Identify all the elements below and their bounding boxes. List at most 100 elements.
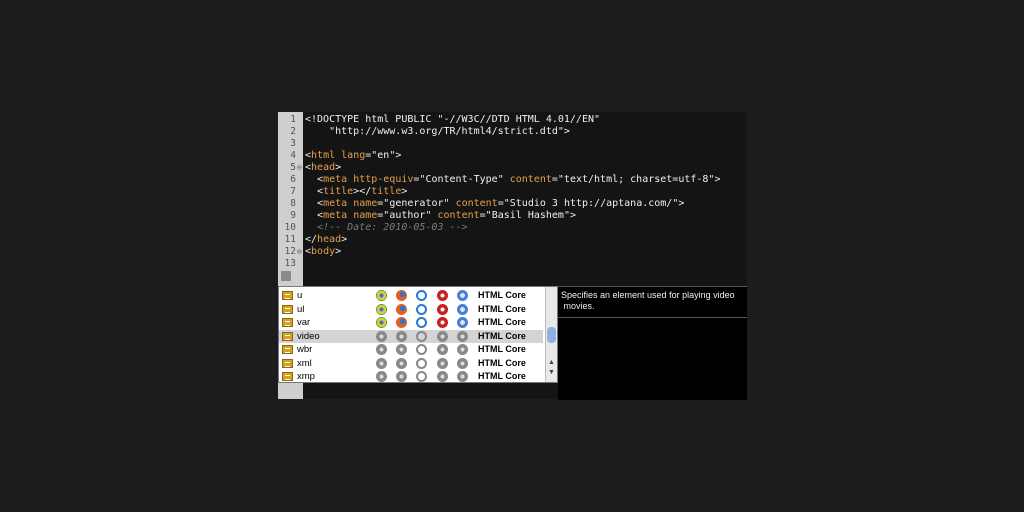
code-token: > — [341, 234, 348, 245]
safari-icon — [457, 330, 468, 342]
element-tag-icon — [282, 291, 293, 300]
line-number: 7 — [290, 186, 296, 197]
code-token: html — [311, 150, 336, 161]
chrome-icon — [376, 290, 387, 301]
code-token: ="en"> — [365, 150, 402, 161]
firefox-icon — [396, 290, 407, 301]
line-number: 8 — [290, 198, 296, 209]
ie-icon — [416, 290, 427, 301]
code-token: meta — [323, 174, 348, 185]
autocomplete-item-source: HTML Core — [478, 357, 526, 368]
autocomplete-item[interactable]: video HTML Core — [279, 329, 543, 343]
code-line[interactable]: <head> — [305, 162, 341, 174]
fold-toggle-icon[interactable]: ⊖ — [297, 246, 302, 258]
opera-icon — [437, 317, 448, 328]
code-token: meta — [323, 210, 348, 221]
line-number: 11 — [284, 234, 296, 245]
current-line-marker — [281, 271, 291, 281]
code-token: name — [353, 210, 378, 221]
safari-icon — [457, 371, 468, 382]
code-line[interactable]: <meta name="author" content="Basil Hashe… — [305, 210, 576, 222]
fold-toggle-icon[interactable]: ⊖ — [297, 162, 302, 174]
line-number: 12 — [284, 246, 296, 257]
autocomplete-item-name: video — [297, 330, 320, 342]
autocomplete-item-name: xml — [297, 357, 312, 369]
code-token: ="generator" — [377, 198, 456, 209]
code-token: head — [317, 234, 342, 245]
autocomplete-item[interactable]: wbr HTML Core — [279, 343, 543, 357]
autocomplete-item[interactable]: u HTML Core — [279, 289, 543, 303]
ie-icon — [416, 371, 427, 382]
code-token: ></ — [353, 186, 372, 197]
code-token: ="Content-Type" — [413, 174, 510, 185]
scroll-up-arrow-icon[interactable]: ▲ — [548, 359, 555, 366]
code-line[interactable]: "http://www.w3.org/TR/html4/strict.dtd"> — [305, 126, 570, 138]
code-line[interactable]: <html lang="en"> — [305, 150, 401, 162]
autocomplete-item[interactable]: xml HTML Core — [279, 357, 543, 371]
documentation-panel: Specifies an element used for playing vi… — [558, 286, 747, 400]
element-tag-icon — [282, 304, 293, 314]
autocomplete-item-source: HTML Core — [478, 303, 526, 314]
code-token: ="text/html; charset=utf-8"> — [551, 174, 721, 185]
chrome-icon — [376, 357, 387, 369]
code-token: name — [353, 198, 378, 209]
divider — [558, 317, 747, 318]
code-line[interactable]: <meta http-equiv="Content-Type" content=… — [305, 174, 720, 186]
code-token: < — [305, 186, 324, 197]
code-token: "http://www.w3.org/TR/html4/strict.dtd"> — [305, 126, 570, 137]
code-line[interactable]: <body> — [305, 246, 341, 258]
code-line[interactable]: <!DOCTYPE html PUBLIC "-//W3C//DTD HTML … — [305, 114, 600, 126]
autocomplete-item-source: HTML Core — [478, 317, 526, 327]
code-token: title — [323, 186, 354, 197]
code-token: lang — [341, 150, 366, 161]
code-token: title — [371, 186, 402, 197]
opera-icon — [437, 357, 448, 369]
firefox-icon — [396, 317, 407, 328]
autocomplete-popup[interactable]: u HTML Core ul HTML Core var HTML Core video HT… — [278, 286, 558, 383]
autocomplete-item[interactable]: ul HTML Core — [279, 303, 543, 317]
autocomplete-item[interactable]: var HTML Core — [279, 316, 543, 330]
scrollbar-thumb[interactable] — [547, 327, 556, 343]
safari-icon — [457, 290, 468, 301]
code-line[interactable]: <title></title> — [305, 186, 407, 198]
autocomplete-item-source: HTML Core — [478, 330, 526, 341]
autocomplete-item-source: HTML Core — [478, 371, 526, 381]
opera-icon — [437, 344, 448, 355]
code-token: </ — [305, 234, 318, 245]
scrollbar[interactable]: ▲ ▼ — [545, 287, 557, 382]
code-token: <!-- Date: 2010-05-03 --> — [305, 222, 468, 233]
line-number: 6 — [290, 174, 296, 185]
chrome-icon — [376, 371, 387, 382]
code-line[interactable]: <meta name="generator" content="Studio 3… — [305, 198, 684, 210]
code-token: < — [305, 174, 324, 185]
line-number: 9 — [290, 210, 296, 221]
ie-icon — [416, 317, 427, 328]
line-number: 3 — [290, 138, 296, 149]
ie-icon — [416, 357, 427, 369]
code-token: content — [455, 198, 498, 209]
code-token: > — [335, 246, 342, 257]
firefox-icon — [396, 330, 407, 342]
code-token: content — [509, 174, 552, 185]
element-description: Specifies an element used for playing vi… — [561, 290, 735, 311]
code-token: ="author" — [377, 210, 438, 221]
line-number: 5 — [290, 162, 296, 173]
element-tag-icon — [282, 318, 293, 327]
scroll-down-arrow-icon[interactable]: ▼ — [548, 369, 555, 376]
chrome-icon — [376, 344, 387, 355]
chrome-icon — [376, 330, 387, 342]
code-token: head — [311, 162, 336, 173]
code-token: <!DOCTYPE html PUBLIC "-//W3C//DTD HTML … — [305, 114, 601, 125]
line-number: 1 — [290, 114, 296, 125]
code-line[interactable]: <!-- Date: 2010-05-03 --> — [305, 222, 468, 234]
code-token: ="Basil Hashem"> — [479, 210, 576, 221]
firefox-icon — [396, 371, 407, 382]
ie-icon — [416, 303, 427, 315]
ie-icon — [416, 330, 427, 342]
code-line[interactable]: </head> — [305, 234, 347, 246]
autocomplete-item[interactable]: xmp HTML Core — [279, 370, 543, 382]
autocomplete-item-name: u — [297, 290, 303, 301]
code-token: meta — [323, 198, 348, 209]
code-token: < — [305, 210, 324, 221]
opera-icon — [437, 330, 448, 342]
